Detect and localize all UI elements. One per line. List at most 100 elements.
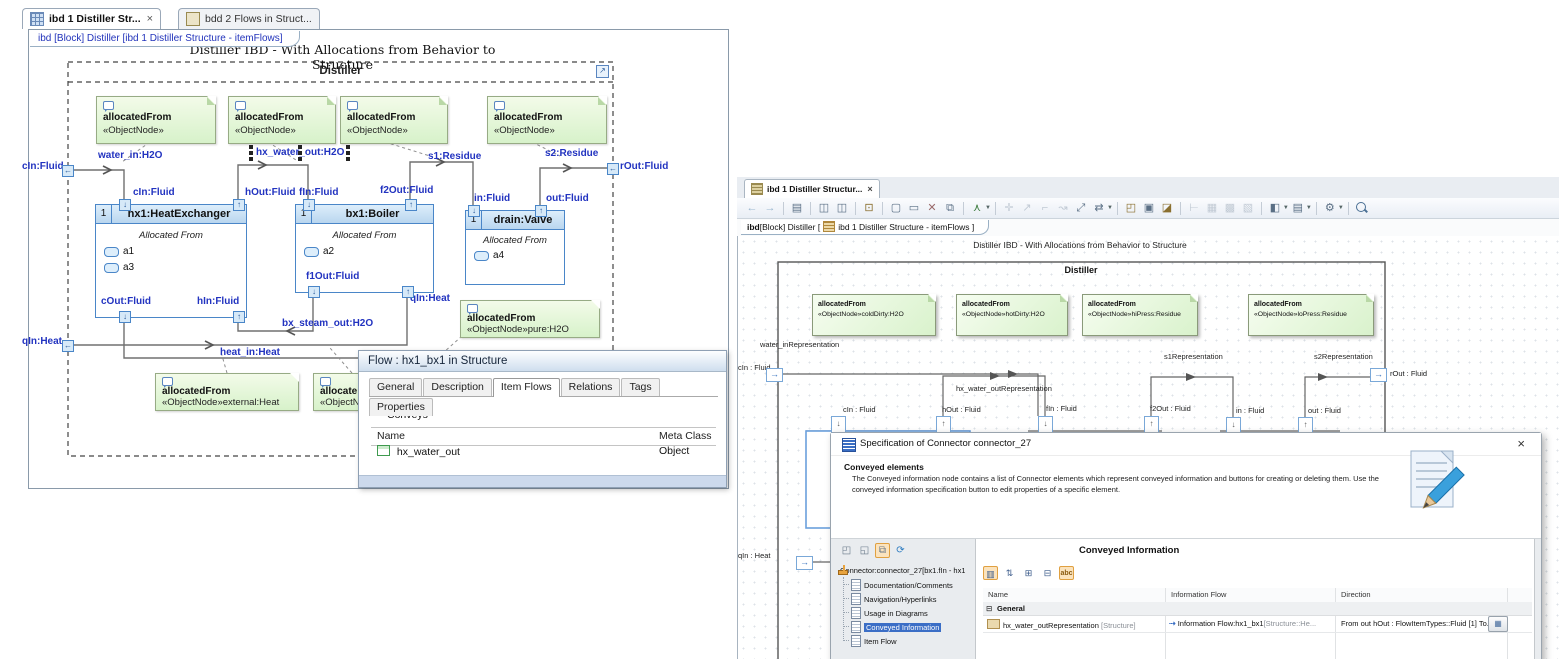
- allocated-from-note[interactable]: allocatedFrom «ObjectNode»: [340, 96, 448, 144]
- port-in-drain[interactable]: ↓: [468, 205, 480, 217]
- abc-filter-icon[interactable]: abc: [1059, 566, 1074, 580]
- port-qin-bx1[interactable]: ↑: [402, 286, 414, 298]
- port-f1out-bx1[interactable]: ↓: [308, 286, 320, 298]
- selection-handle[interactable]: [249, 157, 253, 161]
- column-direction[interactable]: Direction: [1341, 590, 1371, 599]
- port-f2out-bx1[interactable]: ↑: [1144, 416, 1159, 433]
- port-label-fin[interactable]: fIn:Fluid: [299, 187, 338, 198]
- allocated-from-note[interactable]: allocatedFrom «ObjectNode»: [228, 96, 336, 144]
- dropdown-caret-icon[interactable]: ▼: [1338, 205, 1344, 211]
- dropdown-caret-icon[interactable]: ▼: [1306, 205, 1312, 211]
- port-label-out[interactable]: out:Fluid: [546, 193, 589, 204]
- port-out-drain[interactable]: ↑: [535, 205, 547, 217]
- tab-description[interactable]: Description: [423, 378, 492, 396]
- tree-item-conveyed-information[interactable]: Conveyed Information: [851, 621, 941, 633]
- compartments-icon[interactable]: ▤: [1290, 200, 1306, 216]
- selection-handle[interactable]: [249, 145, 253, 149]
- port-label-f2out[interactable]: f2Out : Fluid: [1150, 404, 1191, 413]
- port-fin-bx1[interactable]: ↓: [1038, 416, 1053, 433]
- delete-icon[interactable]: ✕: [924, 200, 940, 216]
- flow-label-s2[interactable]: s2:Residue: [545, 148, 598, 159]
- selection-handle[interactable]: [346, 151, 350, 155]
- flow-label-s2[interactable]: s2Representation: [1314, 352, 1373, 361]
- port-label-in[interactable]: in:Fluid: [474, 193, 510, 204]
- port-label-hout[interactable]: hOut : Fluid: [942, 405, 981, 414]
- port-label-cin[interactable]: cIn : Fluid: [843, 405, 876, 414]
- port-cin-frame[interactable]: ←: [62, 165, 74, 177]
- frame-label[interactable]: Distiller: [981, 265, 1181, 275]
- column-name[interactable]: Name: [988, 590, 1008, 599]
- allocated-from-note-colddirty[interactable]: allocatedFrom «ObjectNode»coldDirty:H2O: [812, 294, 936, 336]
- allocated-from-note-hipress[interactable]: allocatedFrom «ObjectNode»hiPress:Residu…: [1082, 294, 1198, 336]
- flow-label-water-in[interactable]: water_in:H2O: [98, 150, 162, 161]
- allocated-from-note-pure[interactable]: allocatedFrom «ObjectNode»pure:H2O: [460, 300, 600, 338]
- tab-relations[interactable]: Relations: [561, 378, 621, 396]
- show-in-tree-icon[interactable]: ⊡: [861, 200, 877, 216]
- selection-handle[interactable]: [249, 151, 253, 155]
- add-related-elements-icon[interactable]: ⋏: [969, 200, 985, 216]
- tab-bdd-2-flows[interactable]: bdd 2 Flows in Struct...: [178, 8, 320, 29]
- tab-ibd-1-distiller-structure[interactable]: ibd 1 Distiller Structur... ×: [744, 179, 880, 198]
- port-rout-frame[interactable]: →: [1370, 368, 1387, 382]
- selection-handle[interactable]: [346, 145, 350, 149]
- selection-handle[interactable]: [346, 157, 350, 161]
- flow-label-hx-water-out[interactable]: hx_water_outRepresentation: [956, 384, 1052, 393]
- change-shape-icon[interactable]: ⇄: [1091, 200, 1107, 216]
- port-qin-frame[interactable]: →: [796, 556, 813, 570]
- port-label-in[interactable]: in : Fluid: [1236, 406, 1264, 415]
- close-tab-icon[interactable]: ×: [147, 13, 153, 25]
- breadcrumb[interactable]: ibd [Block] Distiller [ibd 1 Distiller S…: [30, 31, 300, 47]
- allocated-from-note-hotdirty[interactable]: allocatedFrom «ObjectNode»hotDirty:H2O: [956, 294, 1068, 336]
- port-fin-bx1[interactable]: ↓: [303, 199, 315, 211]
- diagram-properties-icon[interactable]: ▣: [1141, 200, 1157, 216]
- zigzag-icon[interactable]: ⤢: [1073, 200, 1089, 216]
- port-label-rout-frame[interactable]: rOut : Fluid: [1390, 369, 1427, 378]
- dropdown-caret-icon[interactable]: ▼: [1283, 205, 1289, 211]
- frame-shortcut-icon[interactable]: ↗: [596, 65, 609, 78]
- close-tab-icon[interactable]: ×: [867, 184, 872, 194]
- port-label-out[interactable]: out : Fluid: [1308, 406, 1341, 415]
- conveys-table-row[interactable]: hx_water_out Object: [371, 445, 716, 462]
- port-label-cout[interactable]: cOut:Fluid: [101, 296, 151, 307]
- allocated-item[interactable]: a3: [104, 262, 134, 273]
- port-label-qin-frame[interactable]: qIn:Heat: [22, 336, 62, 347]
- tree-item-item-flow[interactable]: Item Flow: [851, 635, 897, 647]
- expand-nodes-icon[interactable]: ⊞: [1021, 566, 1036, 580]
- allocated-item[interactable]: a2: [304, 246, 334, 257]
- port-label-f2out[interactable]: f2Out:Fluid: [380, 185, 433, 196]
- flow-label-water-in[interactable]: water_inRepresentation: [760, 340, 839, 349]
- search-icon[interactable]: [1355, 201, 1369, 215]
- allocated-item[interactable]: a4: [474, 250, 504, 261]
- block-drain-valve[interactable]: 1 drain:Valve Allocated From a4: [465, 210, 565, 285]
- column-information-flow[interactable]: Information Flow: [1171, 590, 1226, 599]
- port-cin-frame[interactable]: →: [766, 368, 783, 382]
- history-forward-icon[interactable]: ◱: [857, 543, 872, 558]
- eraser-icon[interactable]: ◪: [1159, 200, 1175, 216]
- refresh-icon[interactable]: ⟳: [893, 543, 908, 558]
- port-label-qin[interactable]: qIn:Heat: [410, 293, 450, 304]
- port-f2out-bx1[interactable]: ↑: [405, 199, 417, 211]
- collapse-group-icon[interactable]: ⊟: [986, 604, 992, 613]
- tree-item-navigation[interactable]: Navigation/Hyperlinks: [851, 593, 937, 605]
- copy-structure-icon[interactable]: ⧉: [875, 543, 890, 558]
- port-label-fin[interactable]: fIn : Fluid: [1046, 404, 1077, 413]
- allocated-item[interactable]: a1: [104, 246, 134, 257]
- flow-label-s1[interactable]: s1:Residue: [428, 151, 481, 162]
- new-element-icon[interactable]: ▢: [888, 200, 904, 216]
- port-label-hin[interactable]: hIn:Fluid: [197, 296, 239, 307]
- diagram-windows-icon[interactable]: ◫: [816, 200, 832, 216]
- frame-label[interactable]: Distiller: [68, 65, 613, 77]
- tree-item-usage[interactable]: Usage in Diagrams: [851, 607, 928, 619]
- selection-handle[interactable]: [298, 157, 302, 161]
- history-back-icon[interactable]: ◰: [839, 543, 854, 558]
- flow-label-s1[interactable]: s1Representation: [1164, 352, 1223, 361]
- collapse-nodes-icon[interactable]: ⊟: [1040, 566, 1055, 580]
- port-label-hout[interactable]: hOut:Fluid: [245, 187, 296, 198]
- port-cout-hx1[interactable]: ↓: [119, 311, 131, 323]
- port-qin-frame[interactable]: ←: [62, 340, 74, 352]
- port-rout-frame[interactable]: ←: [607, 163, 619, 175]
- nav-back-icon[interactable]: ←: [744, 200, 760, 216]
- layout-icon[interactable]: ◧: [1267, 200, 1283, 216]
- edit-direction-button[interactable]: ▦: [1488, 616, 1508, 632]
- dropdown-caret-icon[interactable]: ▼: [1107, 205, 1113, 211]
